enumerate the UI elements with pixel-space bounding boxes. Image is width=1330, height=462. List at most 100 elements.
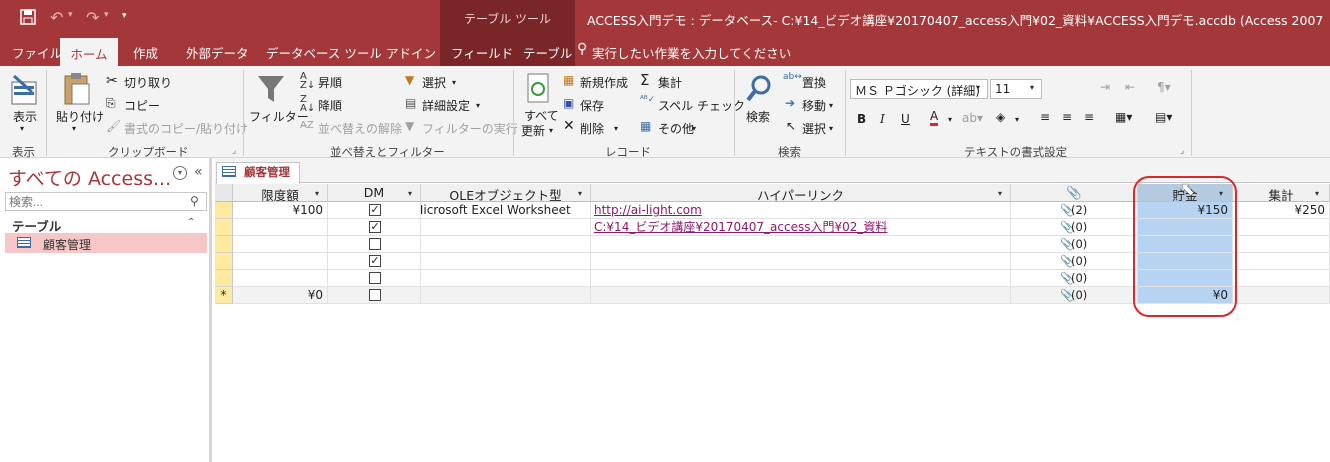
delete-record-button[interactable]: 削除 (580, 120, 604, 137)
toggle-filter-icon[interactable]: ▼ (405, 119, 414, 133)
advanced-filter-button[interactable]: 詳細設定 (422, 97, 470, 114)
redo-icon[interactable]: ↷ (86, 8, 99, 27)
cell-ole[interactable] (421, 219, 591, 236)
cell-limit[interactable] (233, 219, 328, 236)
tab-addins[interactable]: アドイン (386, 43, 436, 62)
cell-hyperlink[interactable]: C:¥14_ビデオ講座¥20170407_access入門¥02_資料 (591, 219, 1011, 236)
tab-database-tools[interactable]: データベース ツール (266, 43, 382, 62)
find-icon[interactable] (745, 74, 773, 104)
tell-me-input[interactable]: 実行したい作業を入力してください (592, 43, 791, 62)
delete-record-icon[interactable]: ✕ (563, 118, 575, 134)
fill-color-icon[interactable]: ◈ (996, 110, 1005, 124)
totals-button[interactable]: 集計 (658, 74, 682, 91)
goto-dropdown-icon[interactable]: ▾ (829, 101, 833, 110)
advanced-dropdown-icon[interactable]: ▾ (476, 101, 480, 110)
find-button[interactable]: 検索 (746, 108, 770, 125)
filter-icon[interactable] (256, 72, 286, 106)
cut-button[interactable]: 切り取り (124, 74, 172, 91)
nav-group-collapse-icon[interactable]: ⌃ (187, 217, 195, 228)
customize-qat-icon[interactable]: ▾ (122, 11, 127, 21)
refresh-dropdown-icon[interactable]: ▾ (549, 126, 553, 135)
copy-button[interactable]: コピー (124, 97, 160, 114)
cell-ole-new[interactable] (421, 287, 591, 304)
cell-ole[interactable] (421, 270, 591, 287)
gridlines-icon[interactable]: ▦▾ (1115, 110, 1132, 124)
column-sort-dropdown-icon[interactable]: ▾ (578, 189, 582, 198)
column-sort-dropdown-icon[interactable]: ▾ (1315, 189, 1319, 198)
save-record-icon[interactable]: ▣ (563, 96, 574, 110)
hyperlink[interactable]: http://ai-light.com (594, 203, 702, 217)
column-sort-dropdown-icon[interactable]: ▾ (408, 189, 412, 198)
nav-search-input[interactable] (5, 192, 207, 211)
tab-fields[interactable]: フィールド (451, 43, 513, 62)
undo-dropdown-icon[interactable]: ▾ (68, 10, 73, 20)
cell-savings[interactable]: ¥150 (1138, 202, 1233, 219)
indent-increase-icon[interactable]: ⇥ (1100, 80, 1110, 94)
cell-hyperlink-new[interactable] (591, 287, 1011, 304)
paste-dropdown-icon[interactable]: ▾ (72, 124, 76, 133)
cell-savings[interactable] (1138, 270, 1233, 287)
view-button[interactable]: 表示 (13, 108, 37, 125)
toggle-filter-button[interactable]: フィルターの実行 (422, 120, 518, 137)
cell-savings[interactable] (1138, 236, 1233, 253)
bold-button[interactable]: B (857, 112, 866, 126)
select-all-corner[interactable] (215, 184, 233, 202)
cell-ole[interactable] (421, 253, 591, 270)
redo-dropdown-icon[interactable]: ▾ (104, 10, 109, 20)
save-icon[interactable] (20, 9, 36, 25)
cell-savings-new[interactable]: ¥0 (1138, 287, 1233, 304)
row-selector[interactable] (215, 202, 233, 219)
hyperlink[interactable]: C:¥14_ビデオ講座¥20170407_access入門¥02_資料 (594, 220, 887, 234)
nav-pane-menu-icon[interactable]: ▾ (173, 166, 187, 180)
advanced-filter-icon[interactable]: ▤ (405, 96, 416, 110)
align-right-icon[interactable]: ≡ (1084, 110, 1094, 124)
delete-dropdown-icon[interactable]: ▾ (614, 124, 618, 133)
goto-button[interactable]: 移動 (802, 97, 826, 114)
format-painter-button[interactable]: 書式のコピー/貼り付け (124, 120, 248, 137)
select-icon[interactable]: ↖ (786, 119, 796, 133)
column-header-ole[interactable]: OLEオブジェクト型 (421, 184, 591, 202)
fill-color-dropdown-icon[interactable]: ▾ (1015, 115, 1019, 124)
sort-descending-button[interactable]: 降順 (318, 97, 342, 114)
column-header-limit[interactable]: 限度額 (233, 184, 328, 202)
tab-create[interactable]: 作成 (133, 43, 158, 62)
remove-sort-button[interactable]: 並べ替えの解除 (318, 120, 402, 137)
tab-table[interactable]: テーブル (523, 43, 572, 62)
column-sort-dropdown-icon[interactable]: ▾ (1219, 189, 1223, 198)
text-format-launcher-icon[interactable]: ⌟ (1180, 146, 1184, 156)
cell-limit[interactable] (233, 270, 328, 287)
dm-checkbox[interactable]: ✓ (369, 255, 381, 267)
italic-button[interactable]: I (880, 112, 885, 126)
sort-descending-icon[interactable]: Z A↓ (300, 95, 315, 114)
paragraph-direction-icon[interactable]: ¶▾ (1157, 80, 1171, 94)
font-name-dropdown-icon[interactable]: ▾ (976, 83, 980, 92)
nav-item-customer-table[interactable] (5, 233, 207, 253)
row-selector[interactable] (215, 270, 233, 287)
dm-checkbox[interactable]: ✓ (369, 204, 381, 216)
totals-icon[interactable]: Σ (640, 71, 649, 89)
font-color-icon[interactable]: A (930, 110, 939, 126)
more-dropdown-icon[interactable]: ▾ (692, 124, 696, 133)
cell-limit-new[interactable]: ¥0 (233, 287, 328, 304)
save-record-button[interactable]: 保存 (580, 97, 604, 114)
clipboard-launcher-icon[interactable]: ⌟ (232, 146, 236, 156)
row-selector[interactable] (215, 236, 233, 253)
replace-icon[interactable]: ab↔ (783, 72, 802, 82)
remove-sort-icon[interactable]: A̶Z (300, 120, 314, 131)
cell-ole[interactable] (421, 236, 591, 253)
spelling-icon[interactable]: ᴬᴮ✓ (640, 95, 655, 105)
highlight-color-icon[interactable]: ab▾ (962, 111, 983, 125)
nav-pane-title[interactable]: すべての Access... (8, 164, 171, 191)
sort-ascending-button[interactable]: 昇順 (318, 74, 342, 91)
font-size-combo[interactable]: 11 (990, 79, 1042, 99)
cell-hyperlink[interactable] (591, 253, 1011, 270)
view-dropdown-icon[interactable]: ▾ (20, 124, 24, 133)
font-size-dropdown-icon[interactable]: ▾ (1030, 83, 1034, 92)
column-sort-dropdown-icon[interactable]: ▾ (998, 189, 1002, 198)
row-selector[interactable] (215, 219, 233, 236)
goto-icon[interactable]: ➔ (785, 96, 795, 110)
cell-limit[interactable] (233, 253, 328, 270)
more-button[interactable]: その他 (658, 120, 694, 137)
select-dropdown-icon[interactable]: ▾ (829, 124, 833, 133)
selection-dropdown-icon[interactable]: ▾ (452, 78, 456, 87)
